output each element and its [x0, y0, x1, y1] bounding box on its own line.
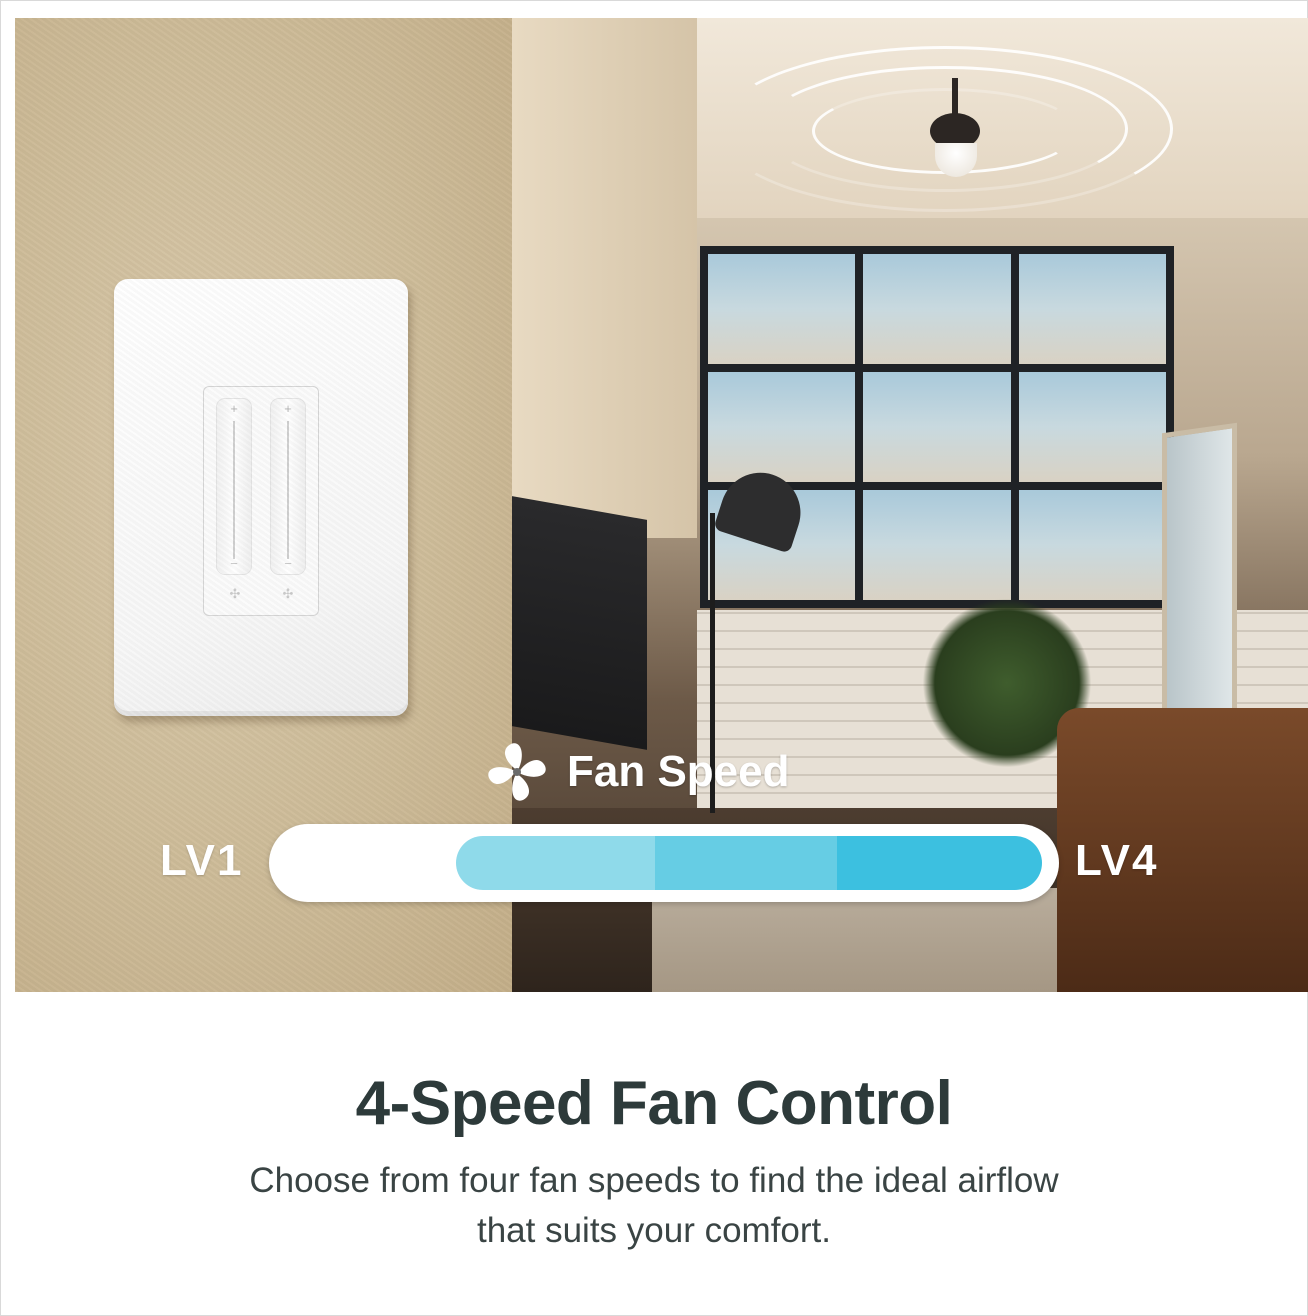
fan-icon — [488, 743, 546, 801]
fan-slider: + − — [271, 399, 305, 574]
speed-segment-2 — [655, 836, 837, 890]
speed-segment-1 — [456, 836, 656, 890]
page-title: 4-Speed Fan Control — [355, 1069, 953, 1138]
speed-segments — [456, 836, 1042, 890]
description-line-2: that suits your comfort. — [476, 1211, 832, 1250]
window — [700, 246, 1174, 608]
description-line-1: Choose from four fan speeds to find the … — [249, 1161, 1059, 1200]
tv — [512, 496, 647, 750]
plus-icon: + — [284, 401, 292, 416]
max-level-label: LV4 — [1075, 836, 1159, 885]
speed-segment-3 — [836, 836, 1042, 890]
description: Choose from four fan speeds to find the … — [0, 1156, 1308, 1256]
fan-speed-bar — [269, 824, 1059, 902]
light-slider: + − — [217, 399, 251, 574]
hero-image: + − + − ✣ ✣ Fan Speed LV1 LV4 — [15, 18, 1308, 992]
fan-icon: ✣ — [229, 586, 241, 601]
minus-icon: − — [230, 556, 238, 571]
plus-icon: + — [230, 401, 238, 416]
dimmer-switch-wallplate: + − + − ✣ ✣ — [114, 279, 408, 716]
min-level-label: LV1 — [160, 836, 244, 885]
fan-speed-header: Fan Speed — [485, 742, 790, 802]
switch-control-panel: + − + − ✣ ✣ — [203, 386, 319, 616]
fan-icon: ✣ — [282, 586, 294, 601]
ceiling-fan — [890, 78, 1020, 188]
fan-speed-label: Fan Speed — [567, 747, 790, 796]
minus-icon: − — [284, 556, 292, 571]
